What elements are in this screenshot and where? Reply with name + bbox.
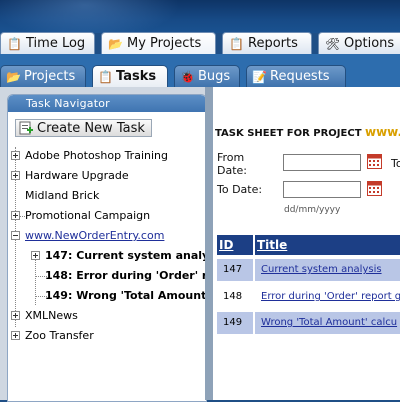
task-navigator-panel: Task Navigator Create New Task Adobe Pho… [7, 94, 207, 402]
subtab-projects[interactable]: 📂 Projects [0, 65, 86, 87]
main-tab-bar: 📋 Time Log 📂 My Projects 📋 Reports 🛠 Opt… [0, 32, 400, 54]
tab-label: Reports [248, 36, 298, 51]
from-date-label-1: From [217, 151, 245, 164]
column-header-title[interactable]: Title [255, 235, 400, 255]
top-banner [0, 0, 400, 33]
to-date-label: To Date: [217, 183, 263, 196]
table-row: 148 Error during 'Order' report ge [217, 286, 400, 308]
from-date-label-2: Date: [217, 164, 247, 177]
row-id-cell: 148 [217, 286, 253, 308]
task-title-link[interactable]: Wrong 'Total Amount' calcu [261, 317, 397, 328]
create-new-task-button[interactable]: Create New Task [15, 119, 152, 137]
to-date-side-label: To [391, 157, 400, 170]
subtab-tasks[interactable]: 📋 Tasks [92, 65, 168, 87]
add-task-icon [19, 121, 33, 135]
project-name: www.N [365, 125, 400, 139]
row-title-cell: Error during 'Order' report ge [255, 286, 400, 308]
table-row: 149 Wrong 'Total Amount' calcu [217, 312, 400, 334]
subtab-label: Requests [270, 69, 330, 84]
subtab-requests[interactable]: 📝 Requests [246, 65, 346, 87]
clipboard-icon: 📋 [229, 36, 244, 51]
calendar-icon[interactable] [367, 154, 382, 169]
tab-divider-bar [0, 54, 400, 63]
expand-icon[interactable] [11, 311, 20, 320]
expand-icon[interactable] [31, 251, 40, 260]
date-format-hint: dd/mm/yyyy [284, 205, 341, 215]
bug-icon: 🐞 [180, 69, 195, 84]
from-date-input[interactable] [283, 154, 361, 171]
subtab-bugs[interactable]: 🐞 Bugs [174, 65, 240, 87]
request-icon: 📝 [252, 69, 267, 84]
panel-splitter[interactable] [205, 87, 213, 400]
folder-icon: 📂 [6, 69, 21, 84]
tab-options[interactable]: 🛠 Options [318, 32, 400, 54]
task-title-link[interactable]: Current system analysis [261, 264, 382, 275]
tab-reports[interactable]: 📋 Reports [222, 32, 312, 54]
row-id-cell: 147 [217, 259, 253, 281]
calendar-icon[interactable] [367, 181, 382, 196]
collapse-icon[interactable] [11, 231, 20, 240]
task-sheet-panel: TASK SHEET FOR PROJECT www.N From Date: … [213, 87, 400, 400]
expand-icon[interactable] [11, 211, 20, 220]
subtab-label: Bugs [198, 69, 231, 84]
clipboard-icon: 📋 [7, 36, 22, 51]
tab-label: Time Log [26, 36, 86, 51]
subtab-label: Projects [24, 69, 76, 84]
create-new-task-label: Create New Task [37, 120, 145, 136]
clipboard-check-icon: 📋 [98, 69, 113, 84]
expand-icon[interactable] [11, 151, 20, 160]
column-header-id[interactable]: ID [217, 235, 253, 255]
row-title-cell: Wrong 'Total Amount' calcu [255, 312, 400, 334]
table-row: 147 Current system analysis [217, 259, 400, 281]
tab-my-projects[interactable]: 📂 My Projects [101, 32, 216, 54]
expand-icon[interactable] [11, 171, 20, 180]
subtab-label: Tasks [116, 69, 157, 84]
row-title-cell: Current system analysis [255, 259, 400, 281]
tab-label: Options [344, 36, 395, 51]
task-sheet-title: TASK SHEET FOR PROJECT www.N [215, 125, 400, 139]
expand-icon[interactable] [11, 331, 20, 340]
tab-label: My Projects [127, 36, 202, 51]
to-date-input[interactable] [283, 181, 361, 198]
tab-time-log[interactable]: 📋 Time Log [0, 32, 95, 54]
task-navigator-title: Task Navigator [8, 95, 206, 112]
tools-icon: 🛠 [325, 36, 341, 51]
row-id-cell: 149 [217, 312, 253, 334]
folder-icon: 📂 [108, 36, 123, 51]
sub-tab-bar: 📂 Projects 📋 Tasks 🐞 Bugs 📝 Requests [0, 63, 400, 87]
task-title-link[interactable]: Error during 'Order' report ge [261, 291, 400, 302]
